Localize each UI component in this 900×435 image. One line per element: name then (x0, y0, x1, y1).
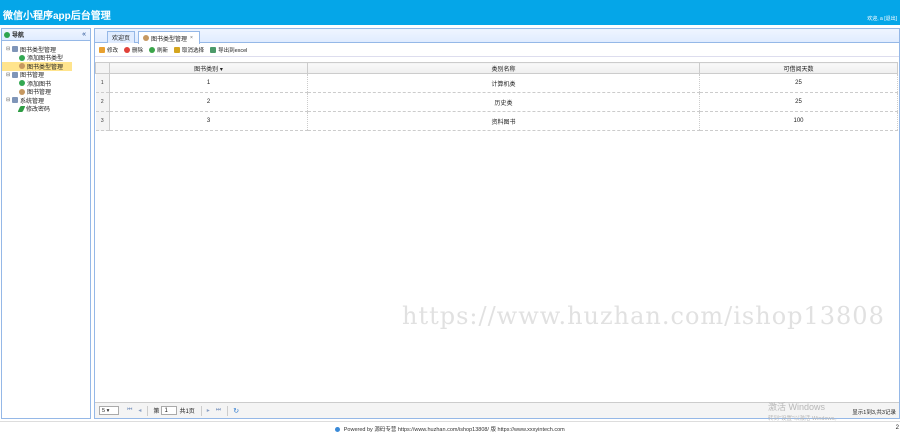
corner-number: 2 (895, 425, 899, 431)
export-label: 导出到excel (218, 47, 248, 54)
row-number-header (95, 62, 110, 74)
close-icon[interactable]: × (190, 35, 193, 41)
user-icon (19, 63, 25, 70)
cell-days: 25 (699, 92, 898, 112)
windows-activation-notice: 激活 Windows 转到"设置"以激活 Windows。 (768, 400, 840, 422)
tree-node-add-book[interactable]: 添加图书 (2, 79, 90, 88)
refresh-button[interactable]: 刷新 (149, 46, 168, 54)
reload-icon[interactable]: ↻ (233, 407, 239, 415)
unselect-button[interactable]: 取消选择 (174, 46, 204, 54)
cell-days: 100 (699, 111, 898, 131)
app-title: 微信小程序app后台管理 (3, 11, 111, 22)
collapse-toggle-icon[interactable]: ⊟ (6, 72, 11, 78)
tree-node-book-group[interactable]: ⊟ 图书管理 (2, 71, 90, 79)
column-header-id[interactable]: 图书类别 ▾ (109, 62, 308, 74)
tree-node-change-password[interactable]: 修改密码 (2, 105, 90, 114)
page-prefix: 第 (153, 409, 160, 415)
table-row[interactable]: 2 2 历史类 25 (95, 92, 898, 112)
tab-label: 图书类型管理 (151, 36, 188, 43)
activation-title: 激活 Windows (768, 402, 826, 412)
collapse-icon[interactable]: « (82, 31, 86, 38)
pen-icon (17, 105, 26, 112)
edit-icon (99, 46, 105, 53)
unselect-icon (174, 46, 181, 53)
cell-name: 资料图书 (307, 111, 700, 131)
folder-icon (12, 46, 18, 53)
export-excel-button[interactable]: 导出到excel (210, 46, 247, 54)
refresh-icon (149, 46, 156, 53)
nav-icon (4, 31, 10, 38)
folder-icon (12, 97, 18, 104)
tab-bar: 欢迎页 图书类型管理 × (95, 29, 899, 44)
tree-node-add-booktype[interactable]: 添加图书类型 (2, 54, 90, 62)
cell-id: 1 (109, 73, 308, 93)
collapse-toggle-icon[interactable]: ⊟ (6, 97, 11, 103)
row-number: 3 (95, 111, 110, 131)
table-row[interactable]: 3 3 资料图书 100 (95, 111, 898, 131)
tree-node-manage-booktype[interactable]: 图书类型管理 (2, 62, 72, 71)
tree-node-booktype-group[interactable]: ⊟ 图书类型管理 (2, 45, 90, 54)
unselect-label: 取消选择 (182, 47, 205, 54)
main-panel: 欢迎页 图书类型管理 × 修改 删除 刷新 取消选择 导出到excel 图书类别… (94, 28, 900, 419)
tab-label: 欢迎页 (112, 36, 131, 42)
export-icon (210, 46, 217, 53)
cell-id: 3 (109, 111, 308, 131)
page-size-select[interactable]: 5 ▾ (99, 406, 119, 415)
add-icon (19, 54, 25, 61)
row-number: 2 (95, 92, 110, 112)
delete-icon (124, 46, 131, 53)
toolbar: 修改 删除 刷新 取消选择 导出到excel (95, 43, 899, 57)
collapse-toggle-icon[interactable]: ⊟ (6, 46, 11, 52)
edit-button[interactable]: 修改 (99, 46, 118, 54)
divider (227, 405, 229, 416)
folder-icon (12, 71, 18, 78)
page-footer: Powered by 源码专营 https://www.huzhan.com/i… (0, 421, 900, 435)
tab-booktype-manage[interactable]: 图书类型管理 × (138, 31, 200, 44)
sidebar-header: 导航 « (2, 29, 90, 41)
row-number: 1 (95, 73, 110, 93)
user-icon (19, 88, 25, 95)
tree-node-system-group[interactable]: ⊟ 系统管理 (2, 96, 90, 105)
nav-tree: ⊟ 图书类型管理 添加图书类型 图书类型管理 ⊟ 图书管理 添加图书 图书管理 … (2, 41, 90, 113)
tree-node-label: 修改密码 (26, 107, 51, 114)
sidebar-nav: 导航 « ⊟ 图书类型管理 添加图书类型 图书类型管理 ⊟ 图书管理 添加图书 … (1, 28, 91, 419)
edit-label: 修改 (107, 47, 119, 54)
cell-name: 历史类 (307, 92, 700, 112)
cell-name: 计算机类 (307, 73, 700, 93)
tab-welcome[interactable]: 欢迎页 (107, 31, 135, 43)
watermark-text: https://www.huzhan.com/ishop13808 (402, 302, 885, 330)
column-header-name[interactable]: 类别名称 (307, 62, 700, 74)
last-page-icon[interactable]: ⏭ (216, 407, 221, 414)
cell-id: 2 (109, 92, 308, 112)
column-header-days[interactable]: 可借阅天数 (699, 62, 898, 74)
cell-days: 25 (699, 73, 898, 93)
delete-label: 删除 (132, 47, 144, 54)
page-number-input[interactable]: 1 (161, 406, 178, 415)
add-icon (19, 80, 25, 87)
table-row[interactable]: 1 1 计算机类 25 (95, 73, 898, 93)
pagination-info: 显示1到3,共3记录 (852, 410, 896, 416)
data-grid: 图书类别 ▾ 类别名称 可借阅天数 1 1 计算机类 25 2 2 历史类 25 (95, 62, 899, 131)
sidebar-title: 导航 (12, 33, 25, 39)
footer-text: Powered by 源码专营 https://www.huzhan.com/i… (343, 427, 565, 433)
tree-node-manage-book[interactable]: 图书管理 (2, 88, 90, 96)
welcome-logout[interactable]: 欢迎, a [退出] (867, 15, 897, 22)
refresh-label: 刷新 (157, 47, 169, 54)
next-page-icon[interactable]: ▸ (207, 407, 210, 414)
globe-icon (335, 427, 341, 433)
prev-page-icon[interactable]: ◂ (138, 407, 141, 414)
divider (147, 405, 149, 416)
first-page-icon[interactable]: ⏮ (127, 407, 132, 414)
app-header: 微信小程序app后台管理 欢迎, a [退出] (0, 0, 900, 25)
page-total: 共1页 (179, 409, 195, 415)
delete-button[interactable]: 删除 (124, 46, 143, 54)
divider (200, 405, 202, 416)
user-icon (143, 35, 149, 41)
